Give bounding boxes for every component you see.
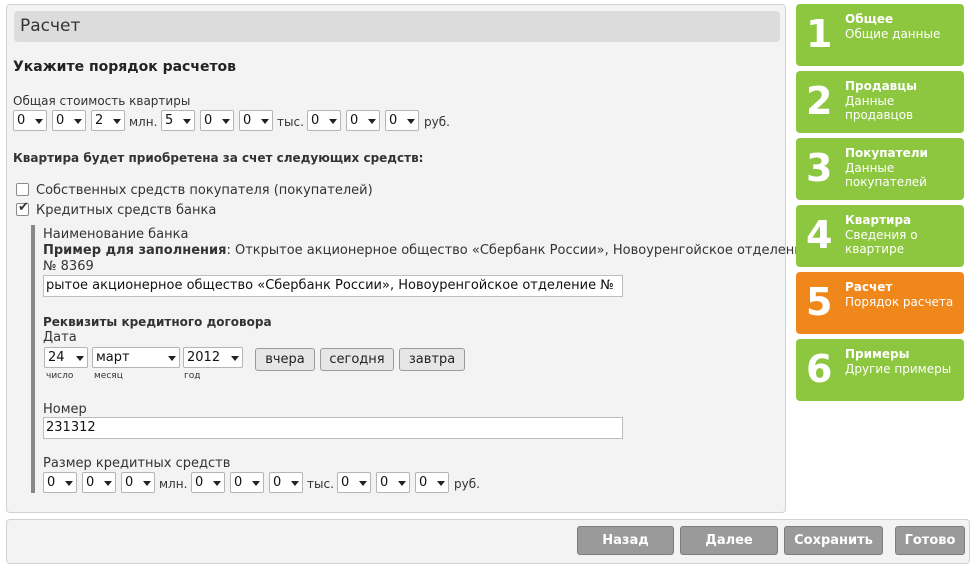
amount-digit-select[interactable]: 0: [269, 472, 303, 493]
own-funds-checkbox[interactable]: [16, 183, 29, 196]
bank-example-tail: № 8369: [43, 259, 94, 274]
cost-digit-select[interactable]: 0: [239, 110, 273, 131]
save-button[interactable]: Сохранить: [784, 526, 883, 555]
amount-digit-select[interactable]: 0: [121, 472, 155, 493]
cost-digit-select[interactable]: 0: [200, 110, 234, 131]
checkmark-icon: ✔: [18, 200, 29, 215]
done-button[interactable]: Готово: [895, 526, 965, 555]
step-6-examples[interactable]: 6 Примеры Другие примеры: [796, 339, 964, 401]
own-funds-label: Собственных средств покупателя (покупате…: [36, 183, 373, 198]
unit-thous: тыс.: [277, 115, 304, 129]
amount-digit-select[interactable]: 0: [191, 472, 225, 493]
bank-credit-label: Кредитных средств банка: [36, 203, 217, 218]
day-select[interactable]: 24: [44, 347, 88, 368]
unit-rub: руб.: [454, 477, 480, 491]
bank-name-label: Наименование банка: [43, 227, 189, 242]
amount-digit-select[interactable]: 0: [415, 472, 449, 493]
bank-section-bar: [31, 225, 35, 493]
step-2-sellers[interactable]: 2 Продавцы Данные продавцов: [796, 71, 964, 133]
year-select[interactable]: 2012: [183, 347, 243, 368]
cost-digit-select[interactable]: 0: [52, 110, 86, 131]
cost-digit-select[interactable]: 0: [307, 110, 341, 131]
amount-digit-select[interactable]: 0: [376, 472, 410, 493]
unit-rub: руб.: [424, 115, 450, 129]
contract-heading: Реквизиты кредитного договора: [43, 315, 272, 329]
bank-name-input[interactable]: рытое акционерное общество «Сбербанк Рос…: [43, 275, 623, 297]
cost-label: Общая стоимость квартиры: [13, 94, 191, 108]
month-hint: месяц: [94, 371, 123, 381]
cost-digit-select[interactable]: 2: [91, 110, 125, 131]
amount-digit-select[interactable]: 0: [337, 472, 371, 493]
main-panel: Расчет Укажите порядок расчетов Общая ст…: [6, 4, 811, 513]
unit-mln: млн.: [129, 115, 158, 129]
step-5-payment[interactable]: 5 Расчет Порядок расчета: [796, 272, 964, 334]
next-button[interactable]: Далее: [680, 526, 778, 555]
number-label: Номер: [43, 402, 87, 417]
cost-digit-select[interactable]: 0: [13, 110, 47, 131]
funds-heading: Квартира будет приобретена за счет следу…: [13, 151, 424, 165]
back-button[interactable]: Назад: [577, 526, 674, 555]
bank-credit-checkbox[interactable]: ✔: [16, 200, 29, 216]
tomorrow-button[interactable]: завтра: [399, 348, 465, 371]
contract-number-input[interactable]: 231312: [43, 417, 623, 439]
page-title: Расчет: [14, 11, 780, 42]
unit-thous: тыс.: [307, 477, 334, 491]
cost-digit-select[interactable]: 0: [346, 110, 380, 131]
year-hint: год: [184, 371, 201, 381]
amount-label: Размер кредитных средств: [43, 456, 231, 471]
date-label: Дата: [43, 330, 77, 345]
amount-digit-select[interactable]: 0: [43, 472, 77, 493]
today-button[interactable]: сегодня: [320, 348, 394, 371]
yesterday-button[interactable]: вчера: [255, 348, 315, 371]
month-select[interactable]: март: [92, 347, 180, 368]
unit-mln: млн.: [159, 477, 188, 491]
step-3-buyers[interactable]: 3 Покупатели Данные покупателей: [796, 138, 964, 200]
bank-example: Пример для заполнения: Открытое акционер…: [43, 243, 811, 258]
amount-digit-select[interactable]: 0: [82, 472, 116, 493]
step-4-apartment[interactable]: 4 Квартира Сведения о квартире: [796, 205, 964, 267]
section-heading: Укажите порядок расчетов: [13, 59, 237, 75]
amount-digit-select[interactable]: 0: [230, 472, 264, 493]
step-1-general[interactable]: 1 Общее Общие данные: [796, 4, 964, 66]
day-hint: число: [46, 371, 74, 381]
cost-digit-select[interactable]: 0: [385, 110, 419, 131]
cost-digit-select[interactable]: 5: [161, 110, 195, 131]
